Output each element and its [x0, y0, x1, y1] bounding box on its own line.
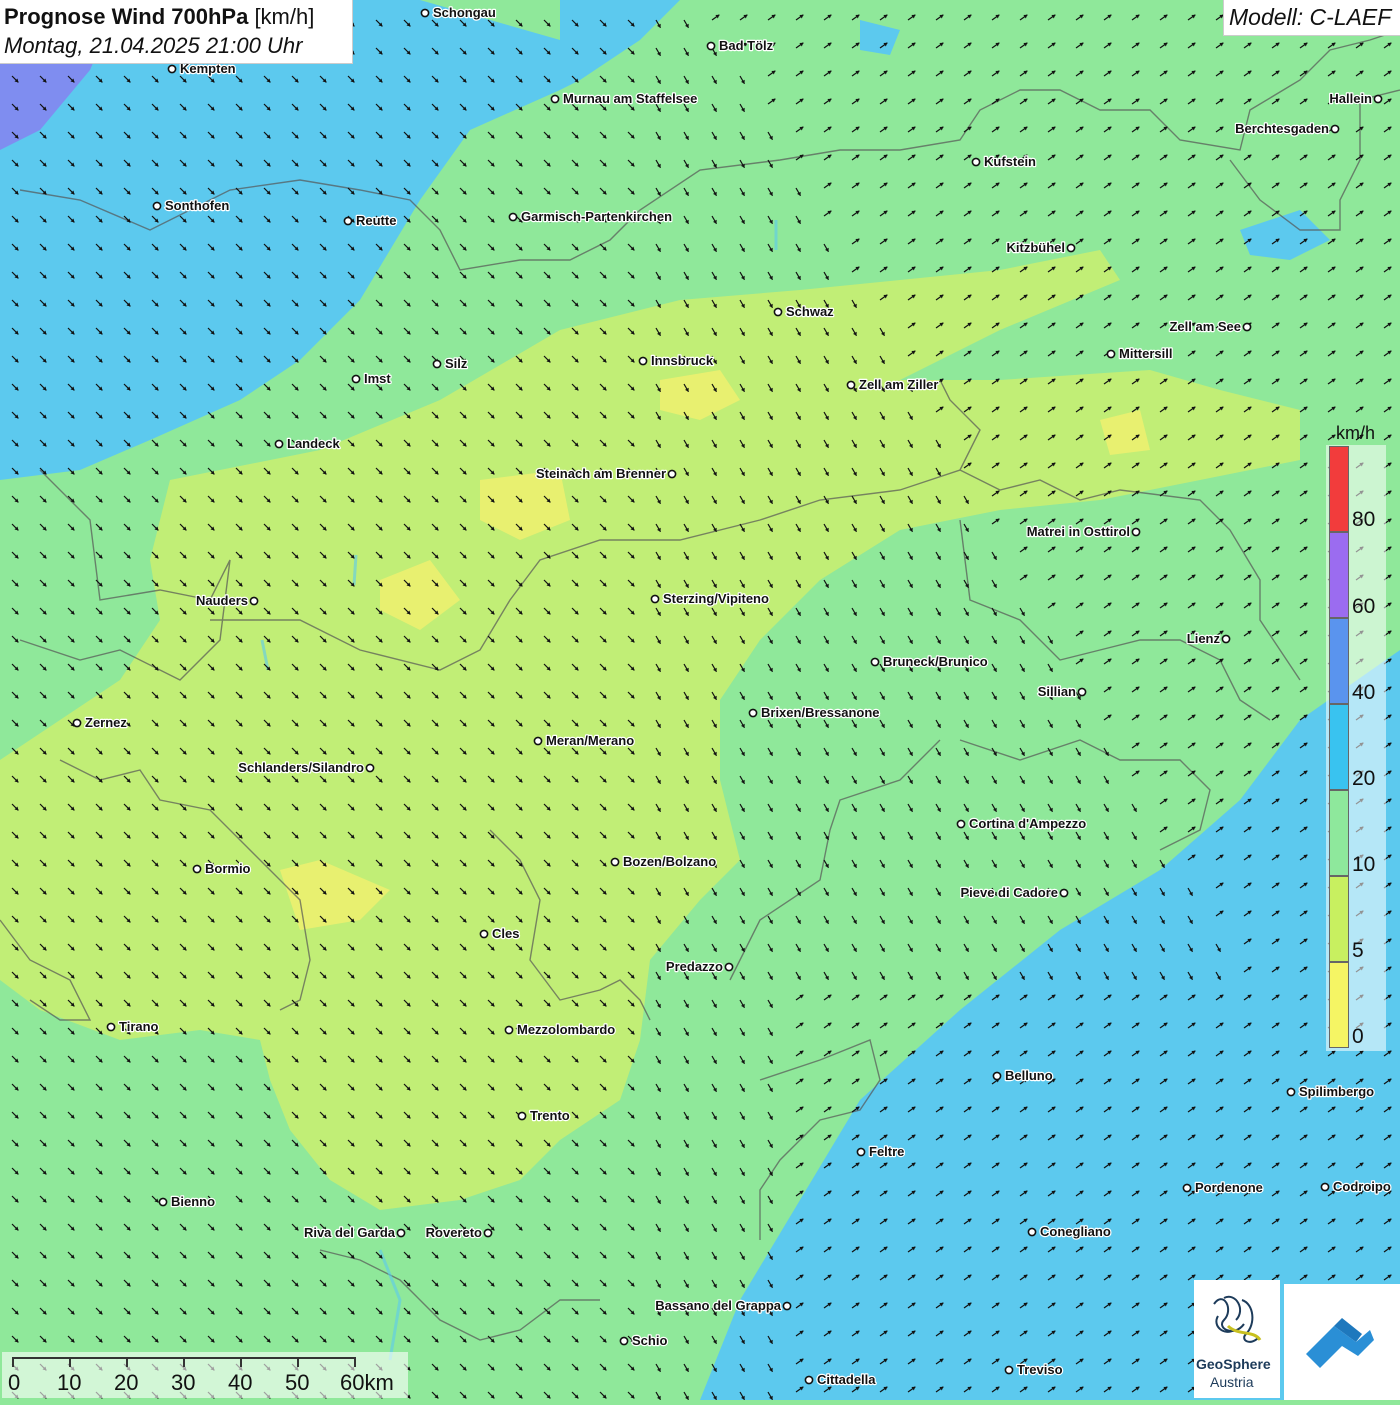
wind-map[interactable]: SchongauBad TölzKemptenMurnau am Staffel… — [0, 0, 1400, 1400]
